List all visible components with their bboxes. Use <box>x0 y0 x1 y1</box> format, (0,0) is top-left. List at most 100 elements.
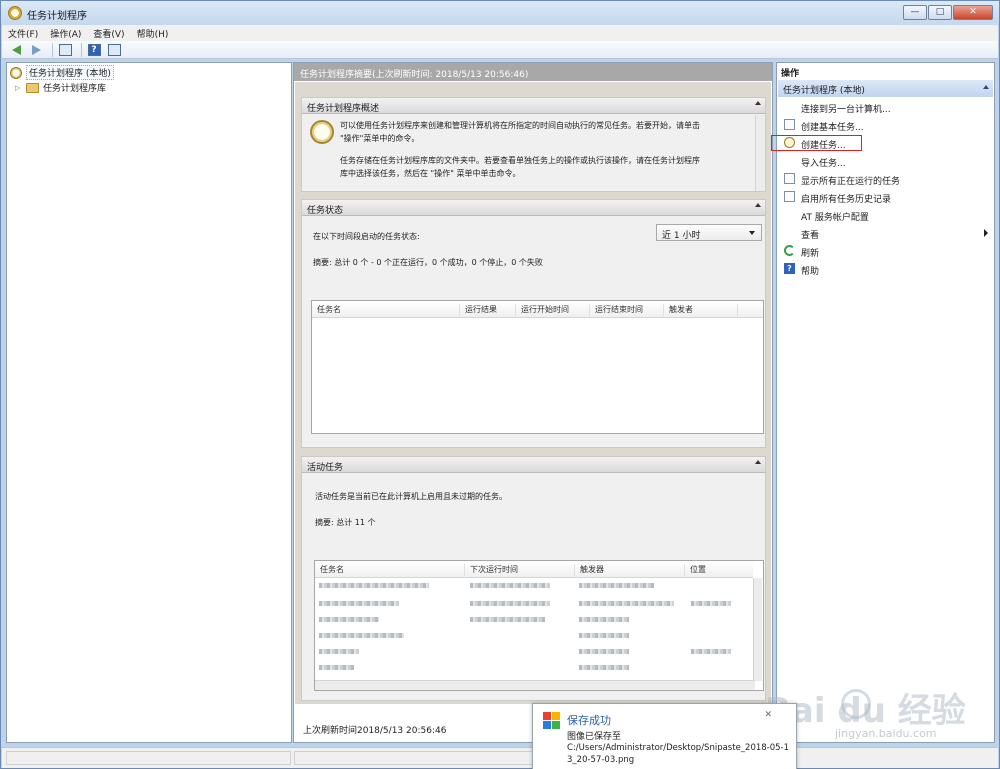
menu-action[interactable]: 操作(A) <box>44 27 87 40</box>
title-bar[interactable]: 任务计划程序 — □ ✕ <box>1 1 999 25</box>
toolbar-separator <box>81 42 82 57</box>
action-label: 查看 <box>801 231 820 241</box>
task-status-title: 任务状态 <box>307 206 344 216</box>
task-status-label: 在以下时间段启动的任务状态: <box>313 232 420 241</box>
blurred-row <box>319 617 379 622</box>
watermark-sub: jingyan.baidu.com <box>835 727 937 740</box>
action-label: 连接到另一台计算机... <box>801 105 891 115</box>
active-tasks-header[interactable]: 活动任务 <box>302 457 765 473</box>
chevron-right-icon <box>984 229 988 237</box>
watermark: Bai du 经验 jingyan.baidu.com <box>765 683 995 753</box>
collapse-icon[interactable] <box>755 101 761 105</box>
active-tasks-hscrollbar[interactable] <box>315 680 755 690</box>
close-button[interactable]: ✕ <box>953 5 993 20</box>
blurred-row <box>691 601 731 606</box>
column-next-run[interactable]: 下次运行时间 <box>465 564 575 576</box>
action-at-service-config[interactable]: AT 服务帐户配置 <box>777 206 994 223</box>
action-show-running-tasks[interactable]: 显示所有正在运行的任务 <box>777 170 994 187</box>
minimize-button[interactable]: — <box>903 5 927 20</box>
blurred-row <box>319 649 359 654</box>
action-connect-computer[interactable]: 连接到另一台计算机... <box>777 98 994 115</box>
show-action-pane-button[interactable] <box>106 43 122 57</box>
column-trigger[interactable]: 触发器 <box>575 564 685 576</box>
active-tasks-summary: 摘要: 总计 11 个 <box>315 518 376 527</box>
toast-close-button[interactable]: ✕ <box>764 710 772 720</box>
column-run-end[interactable]: 运行结束时间 <box>590 304 664 316</box>
show-hide-console-tree-button[interactable] <box>57 43 73 57</box>
menu-help[interactable]: 帮助(H) <box>131 27 175 40</box>
collapse-icon[interactable] <box>983 85 989 89</box>
toast-subtitle: 图像已保存至 <box>567 732 622 742</box>
blurred-row <box>470 601 550 606</box>
save-success-toast[interactable]: 保存成功 图像已保存至 C:/Users/Administrator/Deskt… <box>532 703 797 769</box>
action-label: 刷新 <box>801 249 820 259</box>
help-icon: ? <box>87 43 101 56</box>
column-run-start[interactable]: 运行开始时间 <box>516 304 590 316</box>
actions-title: 操作 <box>777 63 994 79</box>
column-task-name[interactable]: 任务名 <box>315 564 465 576</box>
blurred-row <box>579 633 629 638</box>
overview-scrollbar[interactable] <box>755 115 764 191</box>
tree-item-library-label: 任务计划程序库 <box>43 84 107 94</box>
blurred-row <box>579 617 629 622</box>
toolbar: ? <box>2 41 998 59</box>
action-label: 显示所有正在运行的任务 <box>801 177 901 187</box>
collapse-icon[interactable] <box>755 460 761 464</box>
toolbar-separator <box>52 42 53 57</box>
blurred-row <box>470 583 550 588</box>
tree-item-root[interactable]: 任务计划程序 (本地) <box>10 65 114 80</box>
task-status-header[interactable]: 任务状态 <box>302 200 765 216</box>
back-button[interactable] <box>8 43 24 57</box>
folder-clock-icon <box>26 82 39 93</box>
active-tasks-table[interactable]: 任务名 下次运行时间 触发器 位置 <box>314 560 764 691</box>
menu-file[interactable]: 文件(F) <box>2 27 44 40</box>
summary-body[interactable]: 任务计划程序概述 可以使用任务计划程序来创建和管理计算机将在所指定的时间自动执行… <box>295 82 771 704</box>
action-enable-history[interactable]: 启用所有任务历史记录 <box>777 188 994 205</box>
overview-para2-line1: 任务存储在任务计划程序库的文件夹中。若要查看单独任务上的操作或执行该操作，请在任… <box>340 156 700 165</box>
blurred-row <box>579 583 654 588</box>
column-triggered-by[interactable]: 触发者 <box>664 304 738 316</box>
period-select[interactable]: 近 1 小时 <box>656 224 762 241</box>
window-title: 任务计划程序 <box>27 11 87 22</box>
action-help[interactable]: ? 帮助 <box>777 260 994 277</box>
status-segment <box>6 751 291 765</box>
active-tasks-desc: 活动任务是当前已在此计算机上启用且未过期的任务。 <box>315 492 507 501</box>
column-run-result[interactable]: 运行结果 <box>460 304 516 316</box>
action-import-task[interactable]: 导入任务... <box>777 152 994 169</box>
table-header: 任务名 运行结果 运行开始时间 运行结束时间 触发者 <box>312 301 763 318</box>
overview-para1-line1: 可以使用任务计划程序来创建和管理计算机将在所指定的时间自动执行的常见任务。若要开… <box>340 121 700 130</box>
help-button[interactable]: ? <box>86 43 102 57</box>
blurred-row <box>579 649 629 654</box>
overview-header[interactable]: 任务计划程序概述 <box>302 98 765 114</box>
refresh-icon <box>784 245 795 256</box>
blurred-row <box>579 665 629 670</box>
scheduler-clock-icon <box>310 120 334 144</box>
blurred-row <box>319 583 429 588</box>
expand-arrow-icon[interactable]: ▷ <box>15 84 23 92</box>
active-tasks-title: 活动任务 <box>307 463 344 473</box>
action-label: 创建基本任务... <box>801 123 864 133</box>
forward-button[interactable] <box>28 43 44 57</box>
menu-view[interactable]: 查看(V) <box>87 27 130 40</box>
blurred-row <box>319 601 399 606</box>
toast-path[interactable]: C:/Users/Administrator/Desktop/Snipaste_… <box>567 742 791 766</box>
column-task-name[interactable]: 任务名 <box>312 304 460 316</box>
action-label: 启用所有任务历史记录 <box>801 195 892 205</box>
actions-group-header[interactable]: 任务计划程序 (本地) <box>778 80 993 97</box>
action-create-basic-task[interactable]: 创建基本任务... <box>777 116 994 133</box>
task-status-table[interactable]: 任务名 运行结果 运行开始时间 运行结束时间 触发者 <box>311 300 764 434</box>
maximize-button[interactable]: □ <box>928 5 952 20</box>
action-refresh[interactable]: 刷新 <box>777 242 994 259</box>
blurred-row <box>319 633 404 638</box>
table-header: 任务名 下次运行时间 触发器 位置 <box>315 561 753 578</box>
page-icon <box>784 173 795 184</box>
action-pane-icon <box>107 43 121 56</box>
tree-item-library[interactable]: ▷ 任务计划程序库 <box>15 80 106 95</box>
overview-title: 任务计划程序概述 <box>307 104 380 114</box>
action-view[interactable]: 查看 <box>777 224 994 241</box>
collapse-icon[interactable] <box>755 203 761 207</box>
column-location[interactable]: 位置 <box>685 564 753 576</box>
active-tasks-vscrollbar[interactable] <box>753 578 762 681</box>
page-icon <box>784 119 795 130</box>
action-label: 导入任务... <box>801 159 846 169</box>
